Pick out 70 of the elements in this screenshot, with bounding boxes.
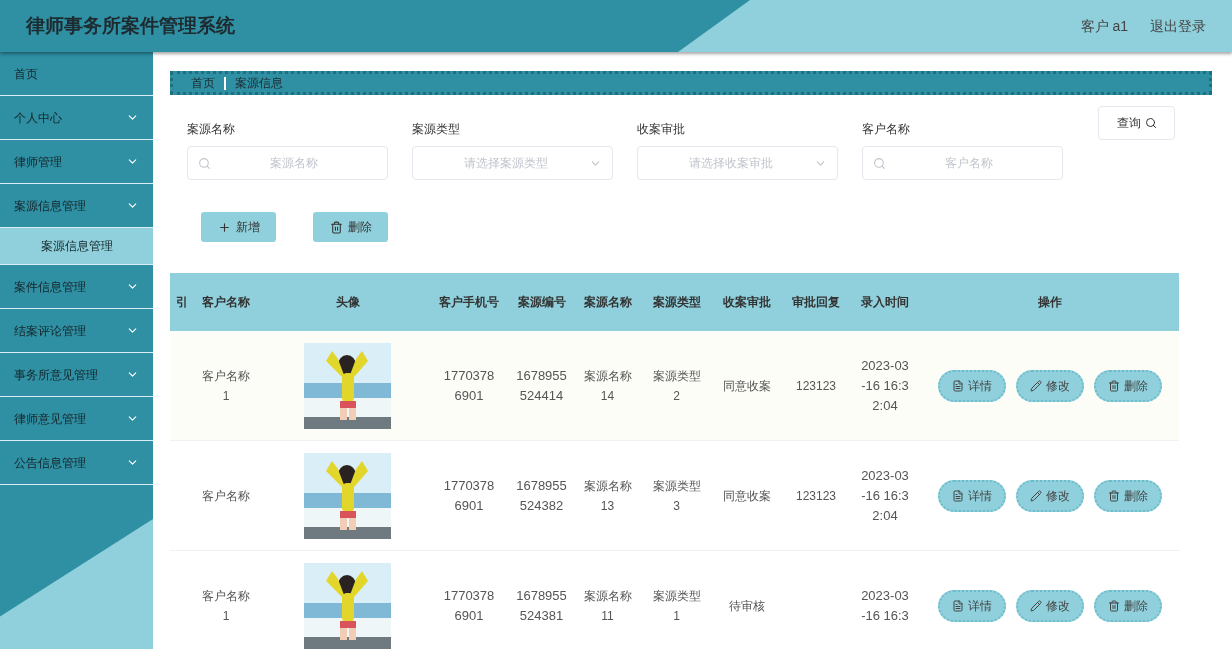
filter-label: 案源名称 xyxy=(187,121,236,138)
edit-button[interactable]: 修改 xyxy=(1016,369,1084,402)
table-cell-text: 案源类型2 xyxy=(651,367,702,405)
table-cell-text: 客户名称1 xyxy=(201,367,251,405)
table-cell-text: 1678955524414 xyxy=(515,366,568,405)
detail-button[interactable]: 详情 xyxy=(938,589,1006,622)
plus-icon xyxy=(217,220,231,234)
search-icon xyxy=(873,156,886,170)
column-header: 案源名称 xyxy=(582,294,633,311)
column-header: 头像 xyxy=(334,294,361,311)
column-header: 引 xyxy=(175,294,186,311)
column-header: 案源类型 xyxy=(651,294,702,311)
pencil-icon xyxy=(1030,599,1042,612)
filter-label: 案源类型 xyxy=(412,121,461,138)
table-cell-text: 案源名称11 xyxy=(582,587,633,625)
column-header: 客户手机号 xyxy=(438,294,500,311)
trash-icon xyxy=(1108,599,1120,612)
search-icon xyxy=(1144,117,1157,129)
column-header: 录入时间 xyxy=(860,294,910,311)
table-cell-text: 客户名称1 xyxy=(201,587,251,625)
table-cell-text: 17703786901 xyxy=(442,586,496,625)
detail-button[interactable]: 详情 xyxy=(938,369,1006,402)
column-header: 操作 xyxy=(1037,294,1063,311)
delete-button[interactable]: 删除 xyxy=(313,212,388,242)
table-cell-text: 同意收案 xyxy=(722,487,772,505)
pencil-icon xyxy=(1030,379,1042,392)
table-cell-text: 17703786901 xyxy=(442,476,496,515)
user-label: 客户 a1 xyxy=(1080,16,1128,36)
edit-button[interactable]: 修改 xyxy=(1016,589,1084,622)
table-cell-text: 案源名称13 xyxy=(582,477,633,515)
sidebar-subitem[interactable]: 案源信息管理 xyxy=(0,228,153,265)
table-cell-text: 2023-03-16 16:3 xyxy=(860,586,910,625)
detail-button[interactable]: 详情 xyxy=(938,479,1006,512)
table-cell-text: 案源名称14 xyxy=(582,367,633,405)
pencil-icon xyxy=(1030,489,1042,502)
document-icon xyxy=(952,599,964,612)
search-icon xyxy=(198,156,211,170)
filter-label: 收案审批 xyxy=(637,121,686,138)
query-button[interactable]: 查询 xyxy=(1098,106,1175,140)
logout-link[interactable]: 退出登录 xyxy=(1150,15,1206,37)
table-cell-text: 1678955524381 xyxy=(515,586,568,625)
filter-label: 客户名称 xyxy=(862,121,911,138)
table-cell-text: 123123 xyxy=(794,377,837,395)
column-header: 客户名称 xyxy=(201,294,251,311)
document-icon xyxy=(952,489,964,502)
table-cell-text: 17703786901 xyxy=(442,366,496,405)
column-header: 审批回复 xyxy=(791,294,841,311)
column-header: 案源编号 xyxy=(516,294,567,311)
edit-button[interactable]: 修改 xyxy=(1016,479,1084,512)
trash-icon xyxy=(1108,489,1120,502)
table-cell-text: 案源类型3 xyxy=(651,477,702,515)
table-cell-text: 同意收案 xyxy=(722,377,772,395)
table-cell-text: 2023-03-16 16:32:04 xyxy=(860,356,910,415)
breadcrumb-link[interactable]: 案源信息 xyxy=(235,74,283,92)
add-button[interactable]: 新增 xyxy=(201,212,276,242)
app-title: 律师事务所案件管理系统 xyxy=(26,13,235,38)
table-cell-text: 待审核 xyxy=(728,597,766,615)
breadcrumb-link[interactable]: 首页 xyxy=(191,74,215,92)
document-icon xyxy=(952,379,964,392)
table-cell-text: 案源类型1 xyxy=(651,587,702,625)
table-cell-text: 1678955524382 xyxy=(515,476,568,515)
delete-button[interactable]: 删除 xyxy=(1094,589,1162,622)
table-cell-text: 客户名称 xyxy=(201,487,251,505)
column-header: 收案审批 xyxy=(722,294,772,311)
trash-icon xyxy=(329,220,343,234)
delete-button[interactable]: 删除 xyxy=(1094,369,1162,402)
trash-icon xyxy=(1108,379,1120,392)
table-cell-text: 2023-03-16 16:32:04 xyxy=(860,466,910,525)
delete-button[interactable]: 删除 xyxy=(1094,479,1162,512)
table-cell-text: 123123 xyxy=(794,487,837,505)
